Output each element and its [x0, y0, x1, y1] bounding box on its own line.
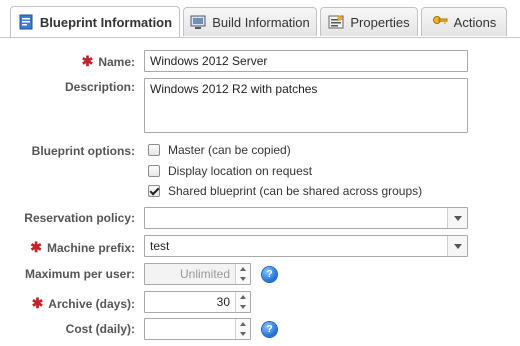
option-shared-blueprint[interactable]: Shared blueprint (can be shared across g…	[148, 184, 422, 198]
stepper-arrows[interactable]	[235, 319, 250, 339]
build-monitor-icon	[190, 14, 206, 30]
option-label: Display location on request	[168, 164, 313, 178]
cost-daily-stepper[interactable]	[144, 318, 251, 340]
stepper-arrows[interactable]	[235, 292, 250, 312]
shared-blueprint-checkbox[interactable]	[148, 185, 160, 197]
cost-daily-label: Cost (daily):	[65, 322, 135, 336]
tab-label: Actions	[453, 14, 497, 30]
option-label: Master (can be copied)	[168, 143, 291, 157]
chevron-down-icon[interactable]	[447, 208, 467, 228]
archive-days-label: ✱ Archive (days):	[31, 295, 135, 311]
reservation-policy-label: Reservation policy:	[24, 211, 135, 225]
tab-label: Build Information	[212, 14, 310, 30]
required-star-icon: ✱	[31, 295, 44, 311]
tab-actions[interactable]: Actions	[421, 7, 507, 36]
maximum-per-user-stepper[interactable]: Unlimited	[144, 263, 251, 285]
name-input[interactable]: Windows 2012 Server	[144, 50, 468, 72]
description-label: Description:	[64, 80, 135, 94]
stepper-arrows[interactable]	[235, 264, 250, 284]
reservation-policy-select[interactable]	[144, 207, 468, 229]
help-icon[interactable]: ?	[262, 322, 277, 337]
display-location-checkbox[interactable]	[148, 165, 160, 177]
machine-prefix-label: ✱ Machine prefix:	[30, 239, 135, 255]
tab-label: Blueprint Information	[39, 14, 173, 30]
option-master[interactable]: Master (can be copied)	[148, 143, 291, 157]
blueprint-doc-icon	[18, 14, 34, 30]
properties-icon	[328, 14, 344, 30]
tab-label: Properties	[350, 14, 410, 30]
description-textarea[interactable]: Windows 2012 R2 with patches	[144, 78, 468, 133]
maximum-per-user-label: Maximum per user:	[24, 267, 135, 281]
archive-days-stepper[interactable]: 30	[144, 291, 251, 313]
chevron-down-icon[interactable]	[447, 236, 467, 256]
key-icon	[432, 14, 448, 30]
option-display-location[interactable]: Display location on request	[148, 164, 312, 178]
tab-blueprint-information[interactable]: Blueprint Information	[10, 6, 180, 37]
required-star-icon: ✱	[81, 53, 94, 69]
tab-bar: Blueprint Information Build Information …	[0, 0, 520, 38]
required-star-icon: ✱	[30, 239, 42, 255]
machine-prefix-select[interactable]: test	[144, 235, 468, 257]
tab-properties[interactable]: Properties	[320, 7, 418, 36]
blueprint-options-label: Blueprint options:	[31, 144, 135, 158]
master-checkbox[interactable]	[148, 144, 160, 156]
help-icon[interactable]: ?	[262, 267, 277, 282]
option-label: Shared blueprint (can be shared across g…	[168, 184, 423, 198]
tab-build-information[interactable]: Build Information	[183, 7, 317, 36]
name-label: ✱ Name:	[81, 53, 135, 69]
